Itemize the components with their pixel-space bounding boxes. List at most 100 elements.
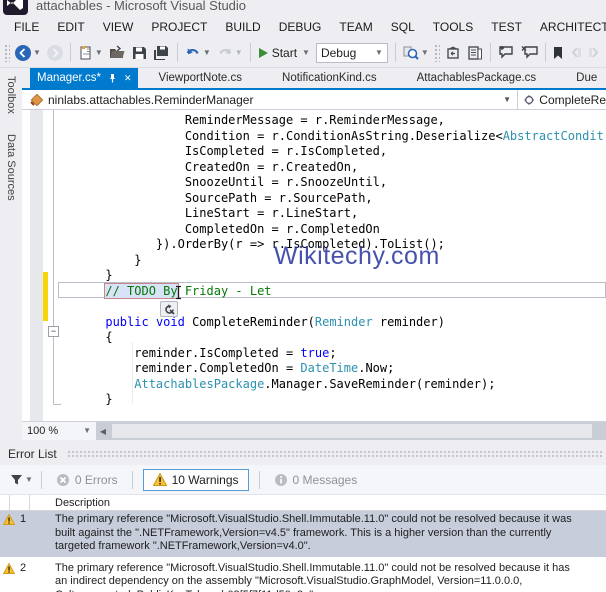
undo-dropdown-caret[interactable]: ▼ (203, 48, 211, 57)
menu-test[interactable]: TEST (482, 17, 531, 37)
menu-sql[interactable]: SQL (382, 17, 424, 37)
menu-architecture[interactable]: ARCHITECTURE (531, 17, 606, 37)
code-line-7[interactable]: LineStart = r.LineStart, (62, 206, 604, 222)
collapse-region-button[interactable]: − (48, 326, 59, 337)
find-dropdown-caret[interactable]: ▼ (421, 48, 429, 57)
code-token: AttachablesPackage (134, 376, 265, 391)
scroll-left-arrow-icon[interactable]: ◀ (96, 422, 110, 440)
menu-team[interactable]: TEAM (330, 17, 381, 37)
open-file-button[interactable] (107, 44, 128, 62)
menu-tools[interactable]: TOOLS (424, 17, 482, 37)
type-dropdown[interactable]: ninlabs.attachables.ReminderManager ▼ (22, 90, 517, 109)
code-line-2[interactable]: Condition = r.ConditionAsString.Deserial… (62, 129, 604, 145)
code-line-1[interactable]: ReminderMessage = r.ReminderMessage, (62, 113, 604, 129)
new-file-dropdown-caret[interactable]: ▼ (95, 48, 103, 57)
code-token: .Now; (358, 361, 395, 375)
solution-config-combobox[interactable]: Debug ▼ (315, 42, 388, 63)
code-line-5[interactable]: SnoozeUntil = r.SnoozeUntil, (62, 175, 604, 191)
find-icon (403, 46, 419, 60)
code-line-3[interactable]: IsCompleted = r.IsCompleted, (62, 144, 604, 160)
member-dropdown[interactable]: CompleteRe (518, 90, 606, 109)
code-line-8[interactable]: CompletedOn = r.CompletedOn (62, 222, 604, 238)
code-line-18[interactable]: AttachablesPackage.Manager.SaveReminder(… (62, 377, 604, 393)
redo-dropdown-caret[interactable]: ▼ (235, 48, 243, 57)
tab-viewportnote-cs[interactable]: ViewportNote.cs (138, 68, 262, 88)
filter-button[interactable]: ▼ (10, 473, 33, 486)
horizontal-scrollbar-thumb[interactable] (112, 424, 592, 438)
code-line-13[interactable] (62, 299, 604, 315)
error-list-row[interactable]: 2 The primary reference "Microsoft.Visual… (0, 560, 606, 592)
properties-window-button[interactable] (465, 44, 485, 62)
menu-view[interactable]: VIEW (94, 17, 143, 37)
tab-label: Due (576, 72, 598, 84)
menu-project[interactable]: PROJECT (142, 17, 216, 37)
description-column-header[interactable]: Description (30, 495, 110, 510)
redo-arrow-icon (219, 47, 231, 54)
code-token: SnoozeUntil = r.SnoozeUntil, (62, 175, 388, 189)
code-line-6[interactable]: SourcePath = r.SourcePath, (62, 191, 604, 207)
bookmark-button[interactable] (551, 45, 565, 61)
code-line-14[interactable]: public void CompleteReminder(Reminder re… (62, 315, 604, 331)
next-bookmark-button[interactable] (586, 45, 603, 60)
redo-button[interactable]: ▼ (215, 44, 245, 62)
find-in-files-button[interactable]: ▼ (401, 44, 431, 62)
indicator-margin[interactable] (30, 110, 43, 421)
errors-count-label: 0 Errors (74, 472, 118, 487)
type-name: ninlabs.attachables.ReminderManager (48, 92, 254, 107)
code-token: } (62, 268, 113, 282)
code-line-16[interactable]: reminder.IsCompleted = true; (62, 346, 604, 362)
toolbar-grip-handle[interactable] (4, 43, 10, 62)
code-line-15[interactable]: { (62, 330, 604, 346)
tab-due[interactable]: Due (556, 68, 606, 88)
toolbar-grip-handle-2[interactable] (433, 43, 440, 62)
code-editor[interactable]: ReminderMessage = r.ReminderMessage, Con… (22, 110, 606, 421)
horizontal-scrollbar[interactable]: ◀ (96, 422, 606, 440)
menu-edit[interactable]: EDIT (48, 17, 93, 37)
navigate-back-button[interactable]: ▼ (13, 44, 43, 62)
code-line-19[interactable]: } (62, 392, 604, 408)
side-tab-data-sources[interactable]: Data Sources (5, 128, 17, 207)
editor-zoom-combobox[interactable]: 100 % ▼ (22, 422, 96, 440)
description-text: The primary reference "Microsoft.VisualS… (55, 561, 570, 574)
pin-icon[interactable] (108, 73, 117, 83)
menu-file[interactable]: FILE (5, 17, 48, 37)
forward-arrow-icon (46, 44, 63, 61)
tab-manager-cs-[interactable]: Manager.cs* ✕ (30, 68, 139, 88)
remove-comment-button[interactable] (519, 44, 540, 61)
start-dropdown-caret[interactable]: ▼ (302, 48, 310, 57)
navigate-forward-button[interactable] (45, 44, 65, 62)
error-list-row[interactable]: 1 The primary reference "Microsoft.Visual… (0, 511, 606, 557)
panel-drag-texture[interactable] (66, 450, 604, 457)
code-line-4[interactable]: CreatedOn = r.CreatedOn, (62, 160, 604, 176)
type-dropdown-caret[interactable]: ▼ (503, 95, 511, 104)
errors-filter-toggle[interactable]: 0 Errors (50, 470, 124, 490)
save-button[interactable] (130, 44, 149, 62)
undo-button[interactable]: ▼ (183, 44, 213, 62)
new-file-button[interactable]: ▼ (76, 44, 105, 62)
warnings-filter-toggle[interactable]: 10 Warnings (142, 468, 249, 491)
code-line-17[interactable]: reminder.CompletedOn = DateTime.Now; (62, 361, 604, 377)
back-dropdown-caret[interactable]: ▼ (33, 48, 41, 57)
smart-tag-button[interactable] (160, 301, 178, 317)
menu-debug[interactable]: DEBUG (270, 17, 331, 37)
smart-tag-icon (164, 304, 175, 315)
navigate-backward-doc-button[interactable] (443, 44, 463, 62)
prev-bookmark-button[interactable] (567, 45, 584, 60)
save-all-button[interactable] (151, 44, 172, 62)
add-comment-button[interactable] (496, 44, 517, 61)
tab-attachablespackage-cs[interactable]: AttachablesPackage.cs (397, 68, 557, 88)
messages-filter-toggle[interactable]: 0 Messages (268, 470, 364, 490)
error-list-header[interactable]: Error List (0, 442, 606, 465)
filter-dropdown-caret[interactable]: ▼ (25, 475, 33, 484)
doc-back-icon (447, 46, 459, 59)
code-token: AbstractCondit (502, 128, 604, 143)
side-tab-toolbox[interactable]: Toolbox (5, 70, 17, 120)
undo-arrow-icon (186, 47, 199, 54)
menu-build[interactable]: BUILD (216, 17, 269, 37)
code-token: ReminderMessage = r.ReminderMessage, (62, 113, 445, 127)
close-icon[interactable]: ✕ (124, 73, 132, 84)
start-debug-button[interactable]: Start ▼ (256, 45, 312, 61)
code-line-12[interactable]: // TODO By Friday - Let (62, 282, 604, 300)
error-list-column-header[interactable]: Description (0, 495, 606, 511)
tab-notificationkind-cs[interactable]: NotificationKind.cs (262, 68, 397, 88)
